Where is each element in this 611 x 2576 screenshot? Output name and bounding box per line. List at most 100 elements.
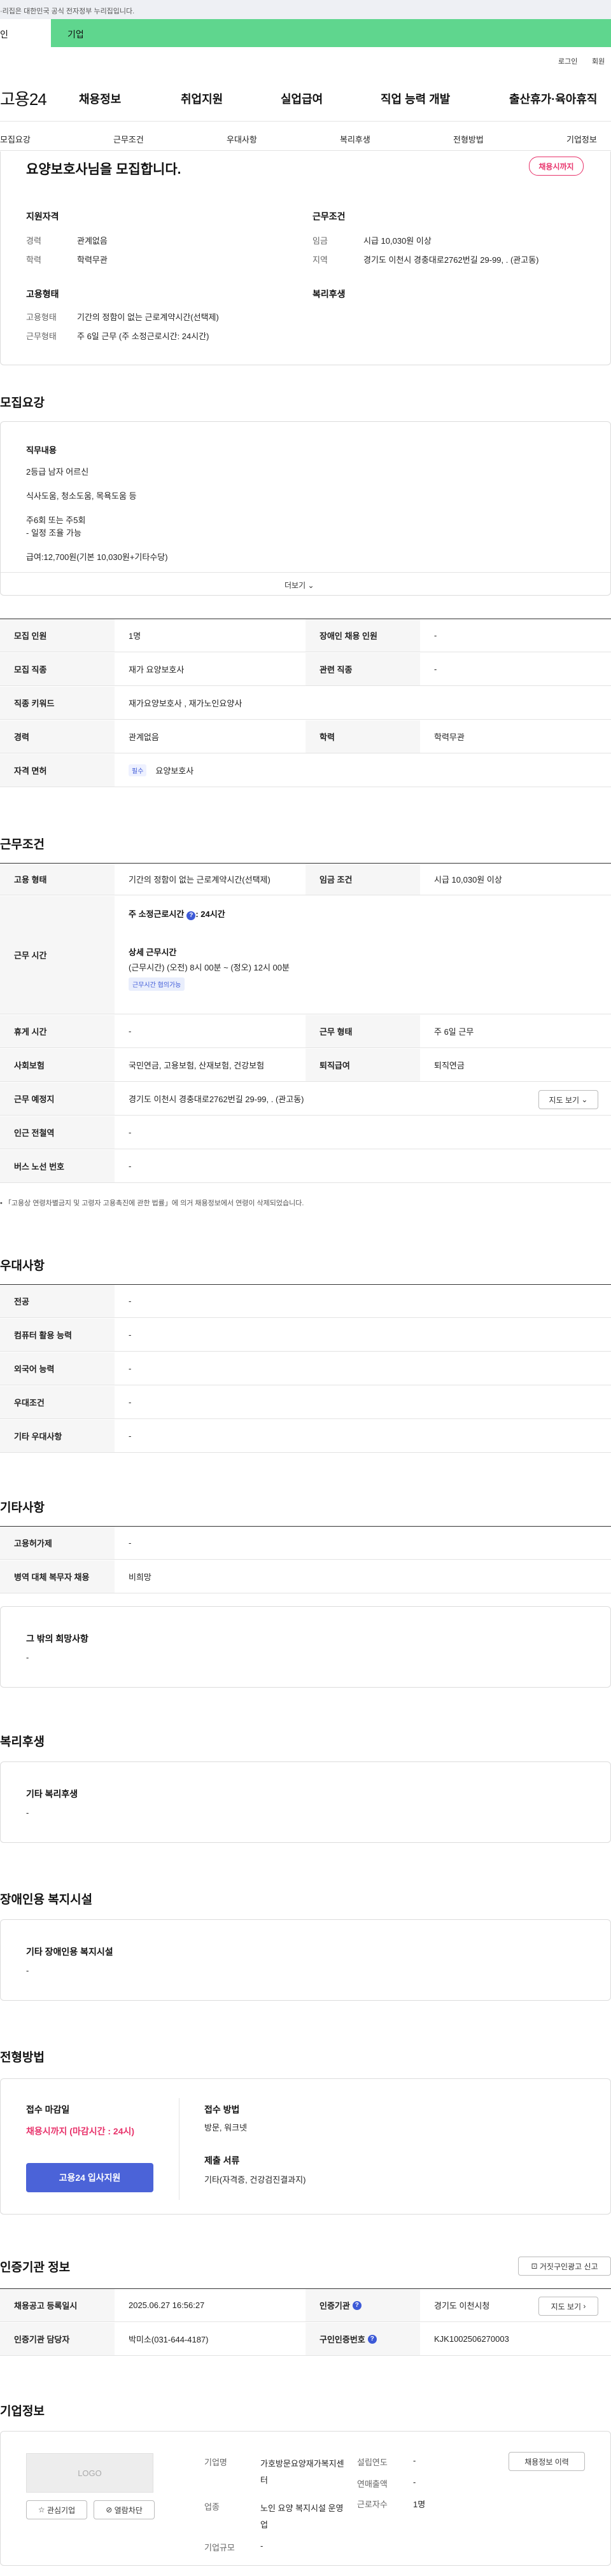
gov-banner: ·리집은 대한민국 공식 전자정부 누리집입니다.	[0, 0, 611, 19]
snb-welfare[interactable]: 복리후생	[340, 133, 370, 145]
redu-value: 학력무관	[434, 732, 465, 742]
shift-label: 근무 형태	[306, 1015, 420, 1047]
wage-value: 시급 10,030원 이상	[363, 236, 432, 246]
career-label: 경력	[26, 236, 41, 246]
related-label: 관련 직종	[306, 653, 420, 685]
company-heading: 기업정보	[0, 2405, 45, 2418]
help-icon[interactable]: ?	[367, 2334, 377, 2344]
table-row: 인근 전철역 -	[0, 1116, 611, 1149]
rcareer-label: 경력	[0, 720, 115, 753]
apply-button[interactable]: 고용24 입사지원	[26, 2163, 153, 2192]
job-label: 모집 직종	[0, 653, 115, 685]
emp-type-label: 고용형태	[26, 312, 57, 322]
method-value: 방문, 워크넷	[204, 2123, 248, 2132]
wwage-value: 시급 10,030원 이상	[434, 875, 502, 885]
subway-label: 인근 전철역	[0, 1116, 115, 1149]
disabled-value: -	[434, 631, 437, 640]
founded-label: 설립연도	[357, 2458, 388, 2467]
disabled-label: 장애인 채용 인원	[306, 619, 420, 652]
table-row: 휴게 시간 - 근무 형태 주 6일 근무	[0, 1015, 611, 1048]
snb-recruit[interactable]: 모집요강	[0, 133, 31, 145]
gnb-item-job-training[interactable]: 직업 능력 개발	[381, 90, 450, 107]
more-button[interactable]: 더보기 ⌄	[284, 580, 314, 591]
bus-label: 버스 노선 번호	[0, 1150, 115, 1182]
site-logo[interactable]: 고용24	[0, 87, 47, 110]
interest-button[interactable]: ☆ 관심기업	[26, 2500, 87, 2519]
chevron-down-icon: ⌄	[581, 1095, 588, 1104]
table-row: 인증기관 담당자 박미소(031-644-4187) 구인인증번호? KJK10…	[0, 2323, 611, 2356]
hours-detail-label: 상세 근무시간	[129, 948, 177, 957]
gnb-item-parental-leave[interactable]: 출산휴가·육아휴직	[509, 90, 597, 107]
founded-value: -	[413, 2456, 416, 2465]
gnb-item-unemployment-benefits[interactable]: 실업급여	[281, 90, 323, 107]
duty-line: 급여:12,700원(기본 10,030원+기타수당)	[26, 552, 168, 562]
scale-label: 기업규모	[204, 2543, 235, 2552]
work-type-value: 주 6일 근무 (주 소정근로시간: 24시간)	[77, 332, 209, 341]
welfare-section-heading: 복리후생	[0, 1735, 45, 1749]
keyword-value: 재가요양보호사 , 재가노인요양사	[129, 699, 242, 708]
industry-value: 노인 요양 복지시설 운영업	[260, 2503, 344, 2530]
table-row: 고용 형태 기간의 정함이 없는 근로계약시간(선택제) 임금 조건 시급 10…	[0, 864, 611, 895]
tab-business[interactable]: 기업	[51, 19, 611, 47]
signup-link[interactable]: 회원	[592, 56, 605, 66]
emp-heading: 고용형태	[26, 289, 59, 299]
table-row: 고용허가제 -	[0, 1527, 611, 1560]
computer-value: -	[129, 1330, 132, 1340]
hours-label: 근무 시간	[0, 896, 115, 1014]
license-label: 자격 면허	[0, 754, 115, 787]
hope-value: -	[26, 1653, 29, 1662]
table-row: 자격 면허 필수 요양보호사	[0, 754, 611, 787]
report-icon: ⊡	[531, 2262, 538, 2271]
map-button[interactable]: 지도 보기 ⌄	[538, 1090, 598, 1109]
snb-company[interactable]: 기업정보	[566, 133, 597, 145]
table-row: 모집 인원 1명 장애인 채용 인원 -	[0, 619, 611, 652]
login-link[interactable]: 로그인	[558, 56, 577, 66]
block-button[interactable]: ⊘ 열람차단	[94, 2500, 155, 2519]
wemp-label: 고용 형태	[0, 864, 115, 895]
star-icon: ☆	[38, 2505, 45, 2514]
map-button[interactable]: 지도 보기 ›	[538, 2297, 598, 2316]
industry-label: 업종	[204, 2502, 220, 2512]
gnb-item-employment-support[interactable]: 취업지원	[181, 90, 223, 107]
gnb-item-jobs[interactable]: 채용정보	[79, 90, 121, 107]
table-row: 모집 직종 재가 요양보호사 관련 직종 -	[0, 653, 611, 686]
rest-label: 휴게 시간	[0, 1015, 115, 1047]
report-button[interactable]: ⊡ 거짓구인광고 신고	[518, 2257, 611, 2276]
snb-preferences[interactable]: 우대사항	[227, 133, 257, 145]
user-type-tabs: 인 기업	[0, 19, 611, 47]
map-button-label: 지도 보기	[551, 2302, 582, 2311]
manager-value: 박미소(031-644-4187)	[129, 2335, 209, 2344]
table-row: 전공 -	[0, 1285, 611, 1318]
pcond-label: 우대조건	[0, 1386, 115, 1418]
bullet-icon: •	[0, 1200, 3, 1207]
snb-work-conditions[interactable]: 근무조건	[113, 133, 144, 145]
table-row: 직종 키워드 재가요양보호사 , 재가노인요양사	[0, 687, 611, 720]
hours-negotiable-badge: 근무시간 협의가능	[129, 977, 185, 991]
selection-card: 접수 마감일 채용시까지 (마감시간 : 24시) 고용24 입사지원 접수 방…	[0, 2078, 611, 2215]
welfare-card: 기타 복리후생 -	[0, 1761, 611, 1843]
retire-label: 퇴직급여	[306, 1049, 420, 1081]
keyword-label: 직종 키워드	[0, 687, 115, 719]
block-label: 열람차단	[114, 2505, 143, 2515]
summary-card: 요양보호사님을 모집합니다. 채용시까지 지원자격 경력 관계없음 학력 학력무…	[0, 151, 611, 365]
history-button[interactable]: 채용정보 이력	[509, 2452, 585, 2471]
cond-heading: 근무조건	[313, 211, 346, 221]
duty-line: - 일정 조율 가능	[26, 528, 81, 538]
help-icon[interactable]: ?	[186, 911, 196, 920]
employees-label: 근로자수	[357, 2500, 388, 2509]
scale-value: -	[260, 2541, 263, 2551]
headcount-label: 모집 인원	[0, 619, 115, 652]
support-label: 고용허가제	[0, 1527, 115, 1559]
tab-individual[interactable]: 인	[0, 19, 51, 47]
sales-value: -	[413, 2477, 416, 2487]
reg-label: 채용공고 등록일시	[0, 2289, 115, 2321]
table-row: 채용공고 등록일시 2025.06.27 16:56:27 인증기관? 경기도 …	[0, 2289, 611, 2322]
hours-main: 주 소정근로시간	[129, 909, 185, 919]
snb-selection[interactable]: 전형방법	[453, 133, 484, 145]
qual-heading: 지원자격	[26, 211, 59, 221]
table-row: 우대조건 -	[0, 1386, 611, 1419]
military-label: 병역 대체 복무자 채용	[0, 1560, 115, 1593]
docs-value: 기타(자격증, 건강검진결과지)	[204, 2175, 306, 2185]
help-icon[interactable]: ?	[352, 2300, 362, 2310]
report-button-label: 거짓구인광고 신고	[539, 2262, 598, 2271]
